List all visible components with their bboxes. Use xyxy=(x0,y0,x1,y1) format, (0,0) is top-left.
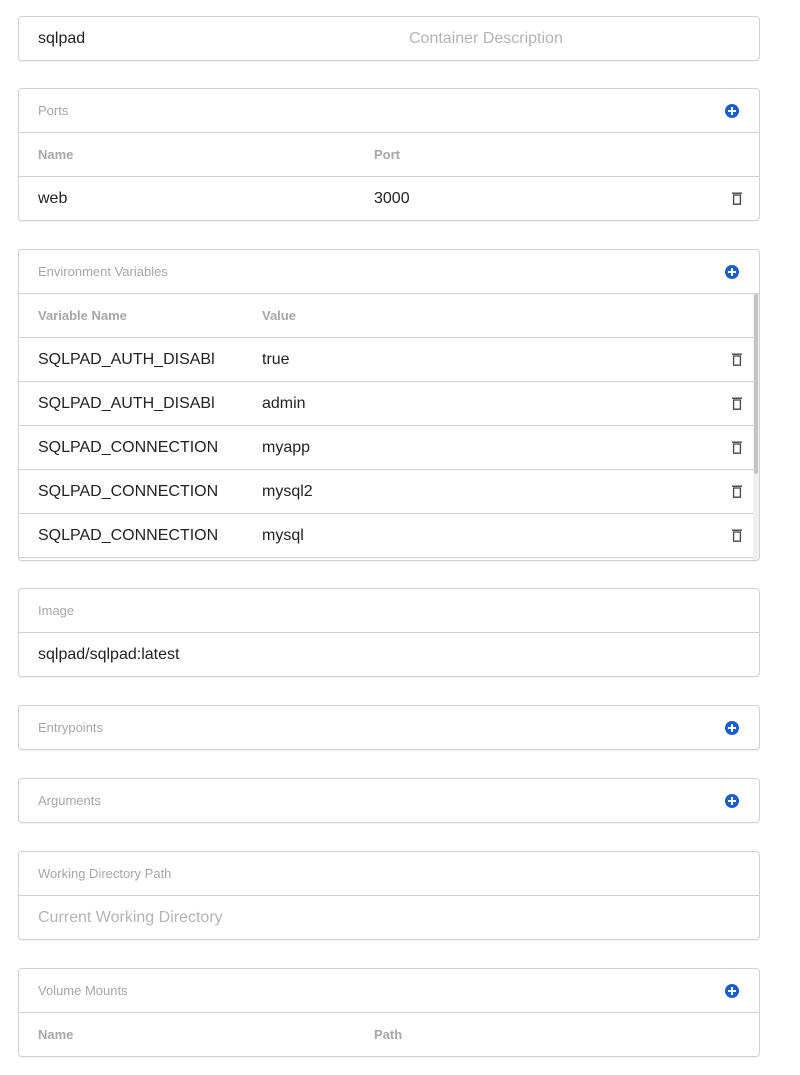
working-dir-title-row: Working Directory Path xyxy=(19,852,759,896)
env-header-name: Variable Name xyxy=(38,308,127,323)
entrypoints-title: Entrypoints xyxy=(38,720,104,735)
ports-title: Ports xyxy=(38,103,69,118)
working-dir-value-row: Current Working Directory xyxy=(19,896,759,940)
port-number-field[interactable]: 3000 xyxy=(374,177,410,221)
table-row: SQLPAD_AUTH_DISABl admin xyxy=(19,382,759,426)
entrypoints-card: Entrypoints xyxy=(18,705,760,750)
entrypoints-title-row: Entrypoints xyxy=(19,706,759,750)
table-row: SQLPAD_AUTH_DISABl true xyxy=(19,338,759,382)
ports-title-row: Ports xyxy=(19,89,759,133)
add-entrypoint-button[interactable] xyxy=(725,721,739,735)
arguments-title-row: Arguments xyxy=(19,779,759,823)
env-value-field[interactable]: mysql xyxy=(262,514,304,558)
volumes-title: Volume Mounts xyxy=(38,983,128,998)
image-input[interactable]: sqlpad/sqlpad:latest xyxy=(38,633,179,677)
table-row: SQLPAD_CONNECTION mysql xyxy=(19,514,759,558)
env-name-field[interactable]: SQLPAD_AUTH_DISABl xyxy=(38,382,215,426)
ports-header-port: Port xyxy=(374,147,400,162)
add-port-button[interactable] xyxy=(725,104,739,118)
table-row: SQLPAD_CONNECTION myapp xyxy=(19,426,759,470)
working-dir-card: Working Directory Path Current Working D… xyxy=(18,851,760,940)
env-value-field[interactable]: mysql2 xyxy=(262,470,313,514)
image-value-row: sqlpad/sqlpad:latest xyxy=(19,633,759,677)
env-name-field[interactable]: SQLPAD_AUTH_DISABl xyxy=(38,338,215,382)
env-value-field[interactable]: myapp xyxy=(262,426,310,470)
env-scrollbar[interactable] xyxy=(753,294,759,560)
ports-header-name: Name xyxy=(38,147,74,162)
trash-icon[interactable] xyxy=(732,397,742,410)
image-card: Image sqlpad/sqlpad:latest xyxy=(18,588,760,677)
arguments-card: Arguments xyxy=(18,778,760,823)
env-name-field[interactable]: SQLPAD_CONNECTION xyxy=(38,514,218,558)
env-card: Environment Variables Variable Name Valu… xyxy=(18,249,760,561)
trash-icon[interactable] xyxy=(732,353,742,366)
env-name-field[interactable]: SQLPAD_CONNECTION xyxy=(38,426,218,470)
trash-icon[interactable] xyxy=(732,192,742,205)
env-value-field[interactable]: true xyxy=(262,338,290,382)
trash-icon[interactable] xyxy=(732,529,742,542)
env-header-row: Variable Name Value xyxy=(19,294,759,338)
ports-card: Ports Name Port web 3000 xyxy=(18,88,760,221)
volumes-card: Volume Mounts Name Path xyxy=(18,968,760,1057)
arguments-title: Arguments xyxy=(38,793,101,808)
trash-icon[interactable] xyxy=(732,441,742,454)
env-name-field[interactable]: SQLPAD_CONNECTION xyxy=(38,470,218,514)
volumes-header-name: Name xyxy=(38,1027,74,1042)
env-header-value: Value xyxy=(262,308,296,323)
working-dir-input[interactable]: Current Working Directory xyxy=(38,896,223,940)
volumes-title-row: Volume Mounts xyxy=(19,969,759,1013)
image-title-row: Image xyxy=(19,589,759,633)
env-title: Environment Variables xyxy=(38,264,168,279)
container-name-input[interactable]: sqlpad xyxy=(38,17,85,60)
add-env-button[interactable] xyxy=(725,265,739,279)
port-name-field[interactable]: web xyxy=(38,177,67,221)
working-dir-title: Working Directory Path xyxy=(38,866,172,881)
add-volume-button[interactable] xyxy=(725,984,739,998)
image-title: Image xyxy=(38,603,75,618)
volumes-header-path: Path xyxy=(374,1027,403,1042)
table-row: SQLPAD_CONNECTION mysql2 xyxy=(19,470,759,514)
table-row: web 3000 xyxy=(19,177,759,221)
env-value-field[interactable]: admin xyxy=(262,382,306,426)
ports-header-row: Name Port xyxy=(19,133,759,177)
env-title-row: Environment Variables xyxy=(19,250,759,294)
volumes-header-row: Name Path xyxy=(19,1013,759,1057)
add-argument-button[interactable] xyxy=(725,794,739,808)
container-description-input[interactable]: Container Description xyxy=(409,17,563,60)
container-header-card: sqlpad Container Description xyxy=(18,16,760,61)
trash-icon[interactable] xyxy=(732,485,742,498)
env-scrollbar-thumb[interactable] xyxy=(754,294,758,474)
